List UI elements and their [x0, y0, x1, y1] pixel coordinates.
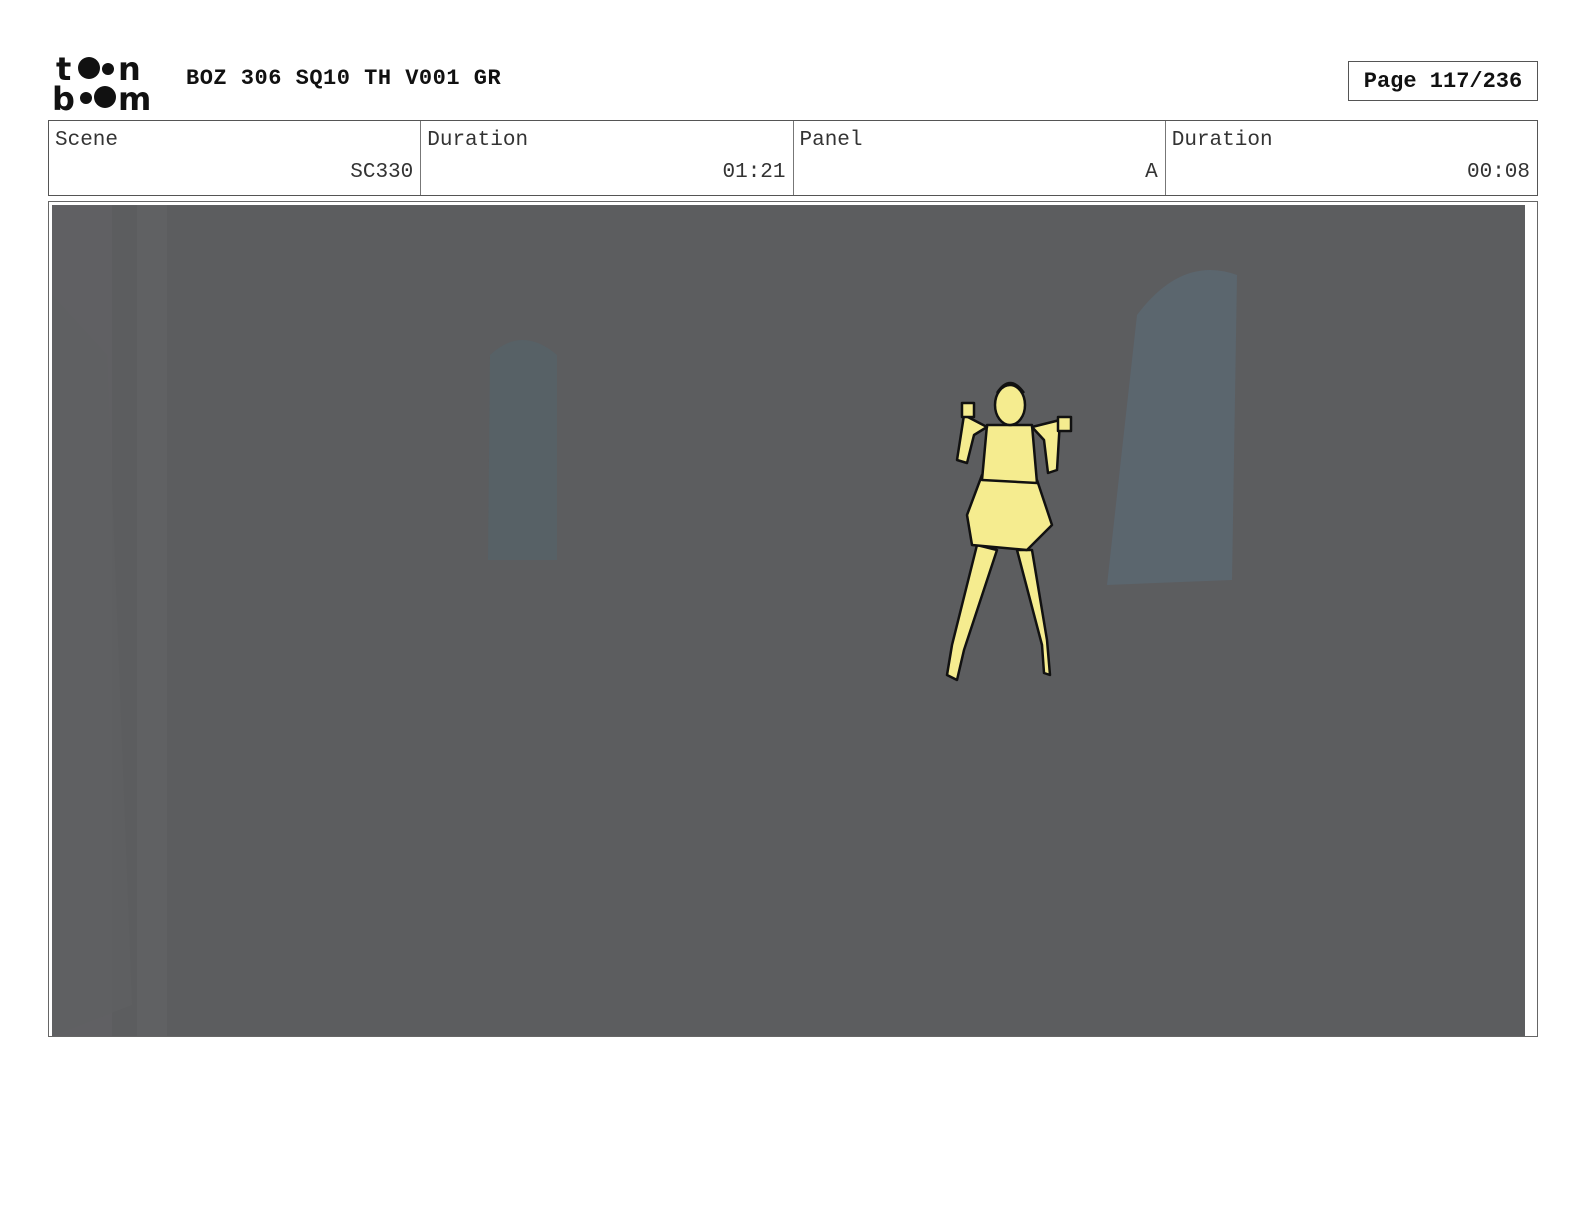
- panel-value: A: [1145, 161, 1158, 184]
- panel-label: Panel: [799, 129, 863, 152]
- scene-label: Scene: [55, 129, 119, 152]
- scene-duration-label: Duration: [427, 129, 529, 152]
- svg-text:m: m: [118, 80, 151, 112]
- scene-value: SC330: [350, 161, 414, 184]
- panel-cell: Panel A: [794, 121, 1166, 195]
- svg-text:b: b: [52, 80, 75, 112]
- scene-duration-cell: Duration 01:21: [421, 121, 794, 195]
- panel-duration-value: 00:08: [1466, 161, 1530, 184]
- page-number: Page 117/236: [1348, 61, 1538, 101]
- storyboard-panel-image: [52, 205, 1525, 1036]
- scene-cell: Scene SC330: [49, 121, 422, 195]
- panel-duration-label: Duration: [1171, 129, 1273, 152]
- toon-boom-logo: t n b m: [52, 50, 151, 112]
- document-title: BOZ 306 SQ10 TH V001 GR: [186, 66, 502, 91]
- left-window: [488, 340, 557, 560]
- scene-info-table: Scene SC330 Duration 01:21 Panel A Durat…: [48, 120, 1538, 196]
- wall-pillar: [137, 205, 167, 1036]
- scene-duration-value: 01:21: [722, 161, 786, 184]
- panel-background: [52, 205, 1525, 1036]
- panel-duration-cell: Duration 00:08: [1166, 121, 1537, 195]
